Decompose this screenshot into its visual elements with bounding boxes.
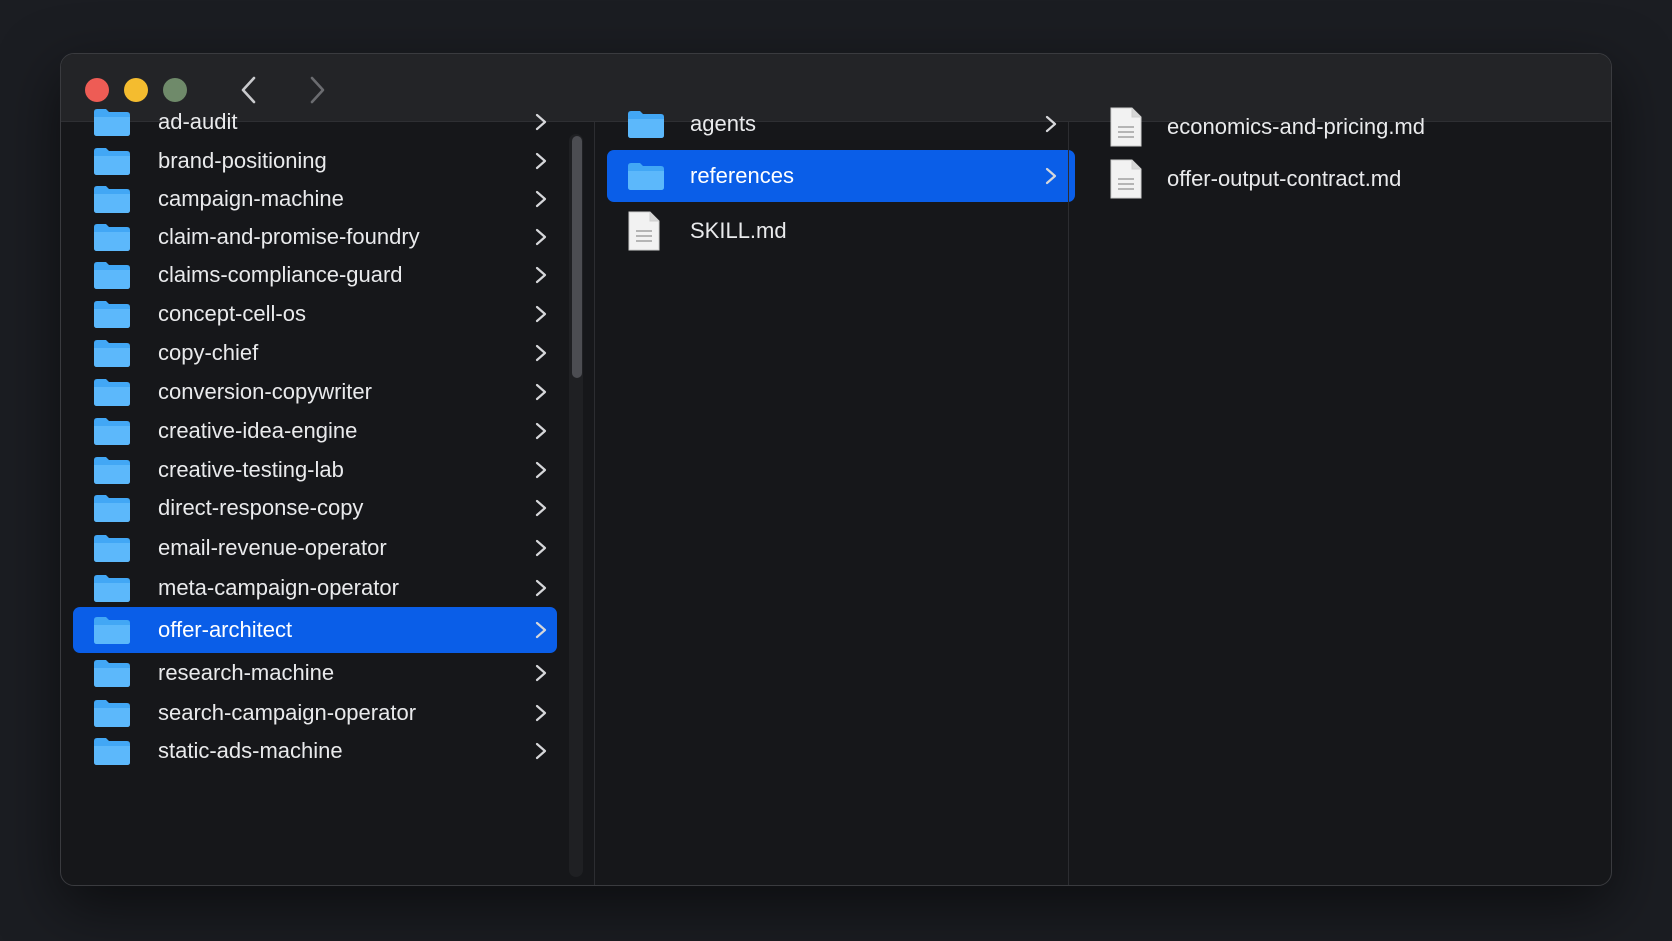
folder-icon [94, 340, 130, 367]
file-item[interactable]: SKILL.md [607, 205, 1075, 257]
chevron-right-icon [535, 539, 547, 557]
folder-icon [628, 111, 664, 138]
item-label: offer-architect [158, 617, 293, 642]
folder-icon [94, 418, 130, 445]
item-label: ad-audit [158, 109, 238, 134]
folder-item[interactable]: references [607, 150, 1075, 202]
folder-icon [94, 535, 130, 562]
column-3: economics-and-pricing.md offer-output-con… [1068, 107, 1611, 885]
folder-item[interactable]: claim-and-promise-foundry [73, 216, 557, 258]
folder-icon [94, 186, 130, 213]
maximize-window-button[interactable] [163, 78, 187, 102]
scrollbar-thumb[interactable] [572, 136, 582, 378]
chevron-right-icon [535, 266, 547, 284]
folder-item[interactable]: concept-cell-os [73, 293, 557, 335]
folder-item[interactable]: brand-positioning [73, 140, 557, 182]
folder-icon [94, 700, 130, 727]
folder-item[interactable]: agents [607, 98, 1075, 150]
folder-icon [94, 224, 130, 251]
folder-icon [94, 109, 130, 136]
item-label: search-campaign-operator [158, 700, 417, 725]
chevron-right-icon [1045, 115, 1057, 133]
folder-item[interactable]: creative-idea-engine [73, 410, 557, 452]
item-label: offer-output-contract.md [1167, 166, 1402, 191]
folder-item[interactable]: ad-audit [73, 101, 557, 143]
item-label: concept-cell-os [158, 301, 306, 326]
item-label: conversion-copywriter [158, 379, 372, 404]
chevron-right-icon [535, 344, 547, 362]
item-label: creative-testing-lab [158, 457, 344, 482]
folder-item[interactable]: meta-campaign-operator [73, 567, 557, 609]
folder-icon [94, 148, 130, 175]
minimize-window-button[interactable] [124, 78, 148, 102]
chevron-right-icon [535, 704, 547, 722]
folder-item[interactable]: offer-architect [73, 607, 557, 653]
item-label: campaign-machine [158, 186, 344, 211]
item-label: research-machine [158, 660, 335, 685]
file-item[interactable]: economics-and-pricing.md [1081, 101, 1571, 153]
column-1: ad-audit brand-positioning campaign-machin… [61, 109, 594, 885]
folder-item[interactable]: campaign-machine [73, 178, 557, 220]
chevron-right-icon [1045, 167, 1057, 185]
column-2: agents references SKILL.md [594, 111, 1075, 885]
chevron-right-icon [535, 113, 547, 131]
item-label: economics-and-pricing.md [1167, 114, 1425, 139]
chevron-right-icon [535, 383, 547, 401]
document-icon [1110, 159, 1142, 199]
folder-icon [94, 575, 130, 602]
folder-icon [628, 163, 664, 190]
file-item[interactable]: offer-output-contract.md [1081, 153, 1571, 205]
close-window-button[interactable] [85, 78, 109, 102]
chevron-right-icon [535, 499, 547, 517]
item-label: claims-compliance-guard [158, 262, 403, 287]
item-label: brand-positioning [158, 148, 327, 173]
item-label: agents [690, 111, 757, 136]
item-label: creative-idea-engine [158, 418, 358, 443]
item-label: direct-response-copy [158, 495, 364, 520]
chevron-right-icon [535, 228, 547, 246]
chevron-right-icon [535, 152, 547, 170]
folder-icon [94, 262, 130, 289]
chevron-right-icon [535, 664, 547, 682]
folder-item[interactable]: email-revenue-operator [73, 527, 557, 569]
folder-icon [94, 379, 130, 406]
folder-item[interactable]: copy-chief [73, 332, 557, 374]
folder-icon [94, 495, 130, 522]
item-label: static-ads-machine [158, 738, 343, 763]
chevron-right-icon [535, 621, 547, 639]
chevron-right-icon [535, 422, 547, 440]
folder-icon [94, 738, 130, 765]
document-icon [628, 211, 660, 251]
folder-item[interactable]: direct-response-copy [73, 487, 557, 529]
folder-item[interactable]: creative-testing-lab [73, 449, 557, 491]
folder-item[interactable]: research-machine [73, 652, 557, 694]
chevron-right-icon [535, 190, 547, 208]
folder-item[interactable]: claims-compliance-guard [73, 254, 557, 296]
chevron-right-icon [535, 579, 547, 597]
chevron-right-icon [535, 461, 547, 479]
folder-item[interactable]: conversion-copywriter [73, 371, 557, 413]
folder-icon [94, 457, 130, 484]
folder-icon [94, 617, 130, 644]
item-label: meta-campaign-operator [158, 575, 399, 600]
item-label: claim-and-promise-foundry [158, 224, 420, 249]
document-icon [1110, 107, 1142, 147]
item-label: SKILL.md [690, 218, 787, 243]
folder-icon [94, 301, 130, 328]
item-label: copy-chief [158, 340, 259, 365]
chevron-right-icon [535, 742, 547, 760]
finder-window: ad-audit brand-positioning campaign-machin… [60, 53, 1612, 886]
chevron-right-icon [535, 305, 547, 323]
folder-icon [94, 660, 130, 687]
item-label: references [690, 163, 794, 188]
item-label: email-revenue-operator [158, 535, 387, 560]
folder-item[interactable]: static-ads-machine [73, 730, 557, 772]
folder-item[interactable]: search-campaign-operator [73, 692, 557, 734]
